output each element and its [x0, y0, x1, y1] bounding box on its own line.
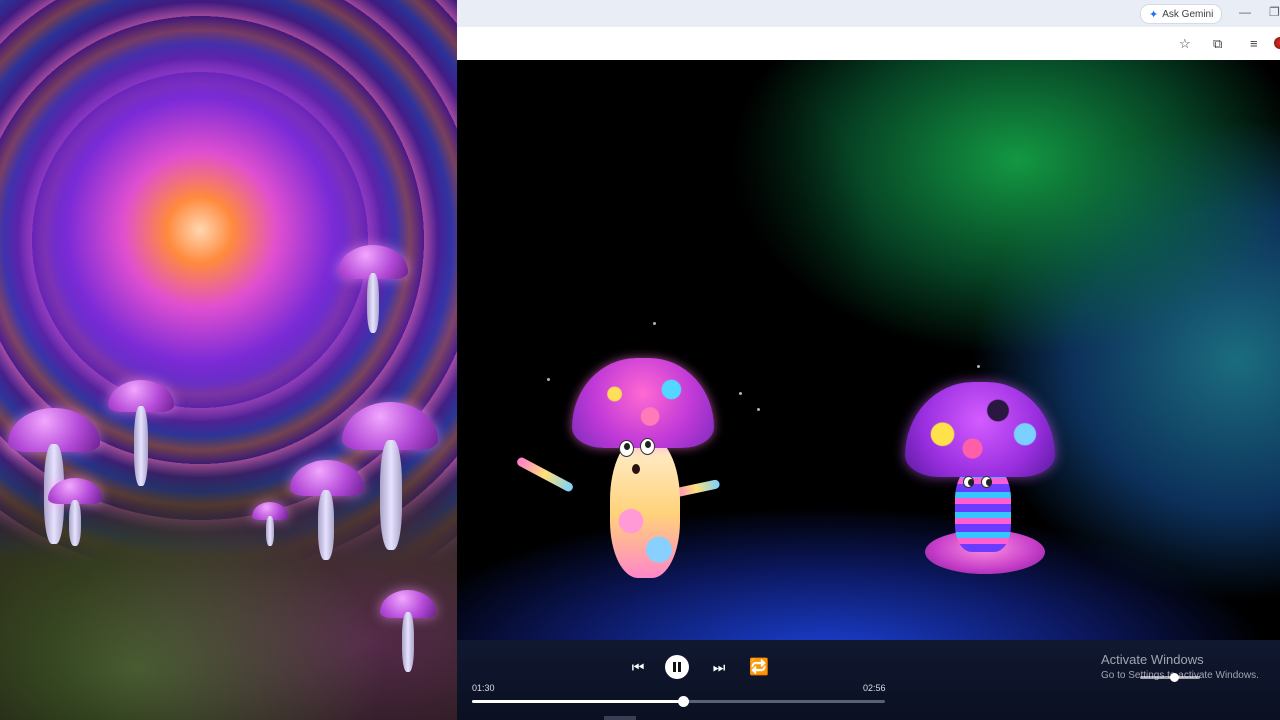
smiling-mushroom-character — [905, 382, 1055, 577]
ask-gemini-label: Ask Gemini — [1162, 8, 1214, 20]
character-eye — [619, 440, 634, 457]
volume-slider[interactable] — [1140, 673, 1200, 682]
dancing-mushroom-character — [515, 358, 721, 588]
sparkle — [757, 408, 760, 411]
character-body — [610, 436, 680, 578]
repeat-button[interactable]: 🔁 — [748, 656, 770, 678]
browser-address-bar[interactable] — [457, 27, 1280, 61]
watermark-title: Activate Windows — [1101, 652, 1204, 667]
character-eye — [981, 476, 992, 488]
restore-icon[interactable]: ❐ — [1269, 5, 1280, 19]
scroll-indicator — [604, 716, 636, 720]
character-mouth — [632, 464, 640, 474]
total-time: 02:56 — [863, 683, 886, 693]
sparkle — [653, 322, 656, 325]
progress-handle[interactable] — [677, 696, 689, 707]
spiral-mushroom-artwork — [0, 0, 457, 720]
character-cap — [572, 358, 714, 448]
character-eye — [640, 438, 655, 455]
minimize-icon[interactable]: — — [1239, 5, 1251, 19]
progress-bar[interactable] — [472, 696, 885, 707]
pause-icon — [678, 662, 681, 672]
volume-handle[interactable] — [1170, 673, 1179, 682]
sparkle — [739, 392, 742, 395]
next-track-button[interactable]: ⏭ — [708, 656, 730, 678]
current-time: 01:30 — [472, 683, 495, 693]
progress-fill — [472, 700, 683, 703]
character-cap — [905, 382, 1055, 477]
video-stage — [457, 60, 1280, 640]
previous-track-button[interactable]: ⏮ — [627, 656, 649, 678]
sparkle — [977, 365, 980, 368]
pause-icon — [673, 662, 676, 672]
character-eye — [963, 476, 974, 488]
sparkle — [547, 378, 550, 381]
pause-button[interactable] — [665, 655, 689, 679]
star-icon[interactable]: ☆ — [1179, 36, 1191, 52]
profile-avatar[interactable] — [1274, 37, 1280, 49]
gemini-sparkle-icon: ✦ — [1149, 8, 1159, 21]
media-controls-icon[interactable]: ≡ — [1250, 36, 1258, 51]
ask-gemini-button[interactable]: ✦ Ask Gemini — [1140, 4, 1223, 24]
extensions-icon[interactable]: ⧉ — [1213, 36, 1222, 52]
